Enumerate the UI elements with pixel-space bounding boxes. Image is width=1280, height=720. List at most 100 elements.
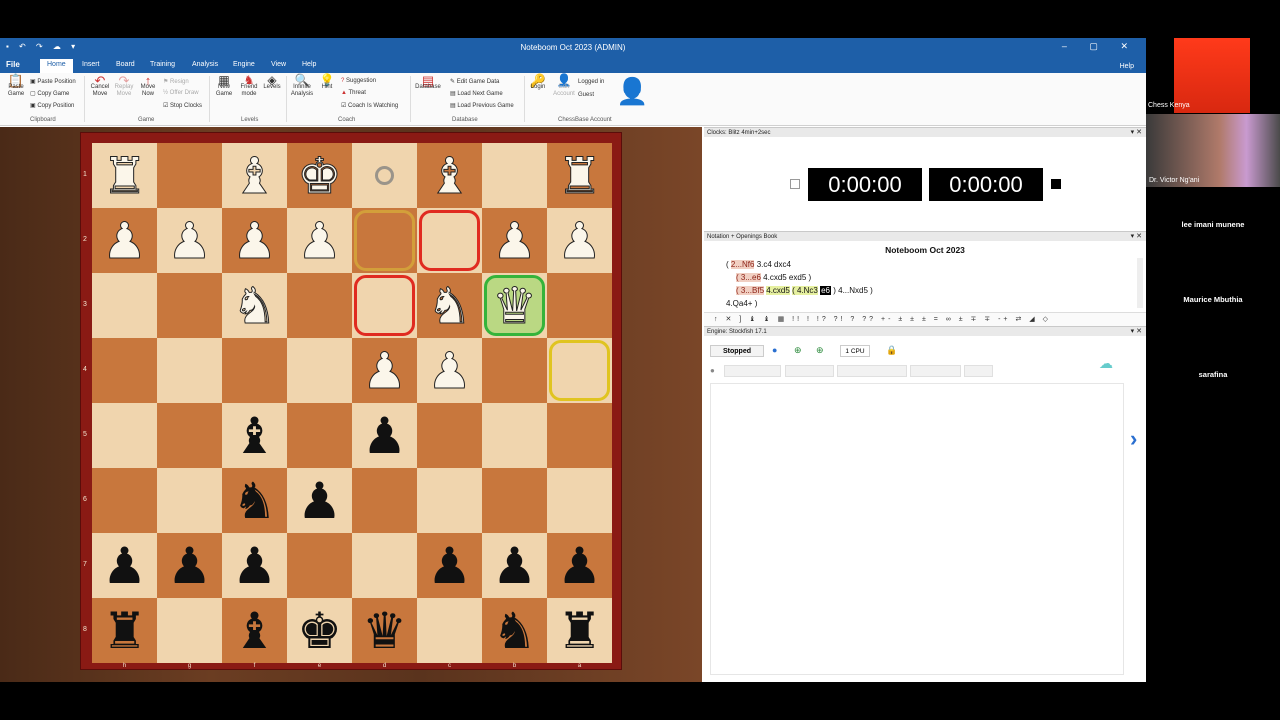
- infinite-analysis-button[interactable]: 🔍 Infinite Analysis: [289, 74, 315, 98]
- board-square[interactable]: [417, 598, 482, 663]
- board-square[interactable]: [352, 533, 417, 598]
- board-square[interactable]: ♞: [417, 273, 482, 338]
- close-icon[interactable]: ▾ ✕: [1131, 327, 1142, 337]
- engine-info-icon[interactable]: ●: [772, 345, 777, 355]
- friend-mode-button[interactable]: ♞ Friend mode: [237, 74, 261, 98]
- board-square[interactable]: [482, 338, 547, 403]
- black-pawn-piece[interactable]: ♟: [492, 541, 537, 591]
- board-square[interactable]: ♟: [222, 208, 287, 273]
- board-square[interactable]: [287, 273, 352, 338]
- board-square[interactable]: [352, 273, 417, 338]
- move[interactable]: ) 4...Nxd5 ): [833, 286, 873, 295]
- black-bishop-piece[interactable]: ♝: [232, 606, 277, 656]
- cpu-selector[interactable]: 1 CPU: [840, 345, 870, 357]
- tab-home[interactable]: Home: [40, 59, 73, 73]
- board-square[interactable]: [547, 403, 612, 468]
- database-button[interactable]: ▤ Database: [414, 74, 442, 91]
- copy-game-button[interactable]: ▢ Copy Game: [30, 90, 69, 97]
- board-square[interactable]: [157, 403, 222, 468]
- black-knight-piece[interactable]: ♞: [492, 606, 537, 656]
- replay-move-button[interactable]: ↷ Replay Move: [113, 74, 135, 98]
- lock-icon[interactable]: 🔒: [886, 345, 897, 356]
- zoom-out-icon[interactable]: ⊕: [816, 345, 824, 356]
- board-square[interactable]: 4: [83, 338, 157, 403]
- help-link[interactable]: Help: [1120, 63, 1134, 70]
- move[interactable]: ( 3...e6: [736, 273, 761, 282]
- resign-button[interactable]: ⚑ Resign: [163, 78, 189, 85]
- board-square[interactable]: [157, 143, 222, 208]
- board-square[interactable]: ♜: [547, 143, 612, 208]
- white-rook-piece[interactable]: ♜: [102, 150, 148, 201]
- white-pawn-piece[interactable]: ♟: [297, 215, 343, 266]
- board-square[interactable]: [417, 468, 482, 533]
- white-pawn-piece[interactable]: ♟: [102, 215, 148, 266]
- tab-analysis[interactable]: Analysis: [192, 61, 218, 68]
- black-pawn-piece[interactable]: ♟: [297, 476, 342, 526]
- tab-view[interactable]: View: [271, 61, 286, 68]
- board-square[interactable]: [547, 468, 612, 533]
- white-queen-piece[interactable]: ♛: [492, 280, 538, 331]
- board-square[interactable]: [482, 468, 547, 533]
- board-square[interactable]: ♛: [482, 273, 547, 338]
- tab-insert[interactable]: Insert: [82, 61, 100, 68]
- board-square[interactable]: ♟: [352, 338, 417, 403]
- white-bishop-piece[interactable]: ♝: [232, 150, 278, 201]
- chessboard[interactable]: ♜ 1 ♝ ♚ ♝ ♜ ♟ 2 ♟ ♟ ♟ ♟ ♟ 3 ♞ ♞ ♛ 4 ♟ ♟ 5 ♝ ♟ 6 ♞ ♟ ♟ 7 ♟ ♟ ♟ ♟ ♟ ♜ 8 ♝ ♚ ♛ ♞ ♜: [83, 143, 612, 663]
- hint-button[interactable]: 💡 Hint: [317, 74, 337, 91]
- board-square[interactable]: [417, 403, 482, 468]
- white-pawn-piece[interactable]: ♟: [362, 345, 408, 396]
- board-square[interactable]: 5: [83, 403, 157, 468]
- board-square[interactable]: ♚: [287, 143, 352, 208]
- board-square[interactable]: ♜ 1: [83, 143, 157, 208]
- black-rook-piece[interactable]: ♜: [102, 606, 147, 656]
- board-square[interactable]: ♝: [417, 143, 482, 208]
- board-square[interactable]: ♟ 7: [83, 533, 157, 598]
- board-square[interactable]: [352, 208, 417, 273]
- board-square[interactable]: ♟: [547, 208, 612, 273]
- board-square[interactable]: ♟: [287, 208, 352, 273]
- close-icon[interactable]: ▾ ✕: [1131, 232, 1142, 242]
- board-square[interactable]: [482, 143, 547, 208]
- black-knight-piece[interactable]: ♞: [232, 476, 277, 526]
- tab-board[interactable]: Board: [116, 61, 135, 68]
- notation-line[interactable]: 4.Qa4+ ): [726, 299, 757, 308]
- white-pawn-piece[interactable]: ♟: [557, 215, 603, 266]
- window-controls[interactable]: – ▢ ✕: [1062, 41, 1138, 52]
- board-square[interactable]: ♟: [547, 533, 612, 598]
- board-square[interactable]: ♟: [287, 468, 352, 533]
- board-square[interactable]: [547, 338, 612, 403]
- tab-engine[interactable]: Engine: [233, 61, 255, 68]
- black-pawn-piece[interactable]: ♟: [232, 541, 277, 591]
- black-queen-piece[interactable]: ♛: [362, 606, 407, 656]
- board-square[interactable]: ♟: [222, 533, 287, 598]
- current-move[interactable]: e6: [820, 286, 831, 295]
- load-next-game-button[interactable]: ▤ Load Next Game: [450, 90, 503, 97]
- edit-game-data-button[interactable]: ✎ Edit Game Data: [450, 78, 499, 85]
- notation-scrollbar[interactable]: [1137, 258, 1143, 308]
- board-square[interactable]: [157, 338, 222, 403]
- edit-account-button[interactable]: 👤 Edit Account: [552, 74, 576, 98]
- new-game-button[interactable]: ▦ New Game: [213, 74, 235, 98]
- close-icon[interactable]: ▾ ✕: [1131, 128, 1142, 138]
- copy-position-button[interactable]: ▣ Copy Position: [30, 102, 74, 109]
- white-pawn-piece[interactable]: ♟: [232, 215, 278, 266]
- board-square[interactable]: ♟: [157, 208, 222, 273]
- white-knight-piece[interactable]: ♞: [427, 280, 473, 331]
- white-pawn-piece[interactable]: ♟: [167, 215, 213, 266]
- paste-position-button[interactable]: ▣ Paste Position: [30, 78, 76, 85]
- move[interactable]: 4.cxd5: [766, 286, 790, 295]
- white-rook-piece[interactable]: ♜: [557, 150, 603, 201]
- minimize-button[interactable]: –: [1062, 41, 1077, 51]
- board-square[interactable]: [547, 273, 612, 338]
- board-square[interactable]: ♟: [482, 533, 547, 598]
- board-square[interactable]: [352, 468, 417, 533]
- cloud-icon[interactable]: ☁: [1099, 355, 1113, 372]
- levels-button[interactable]: ◈ Levels: [262, 74, 282, 91]
- black-pawn-piece[interactable]: ♟: [427, 541, 472, 591]
- board-square[interactable]: ♟: [157, 533, 222, 598]
- notation-panel[interactable]: Noteboom Oct 2023 ( 2...Nf6 3.c4 dxc4 ( …: [704, 242, 1146, 312]
- board-square[interactable]: [287, 403, 352, 468]
- board-square[interactable]: 6: [83, 468, 157, 533]
- board-square[interactable]: [287, 338, 352, 403]
- board-square[interactable]: ♛: [352, 598, 417, 663]
